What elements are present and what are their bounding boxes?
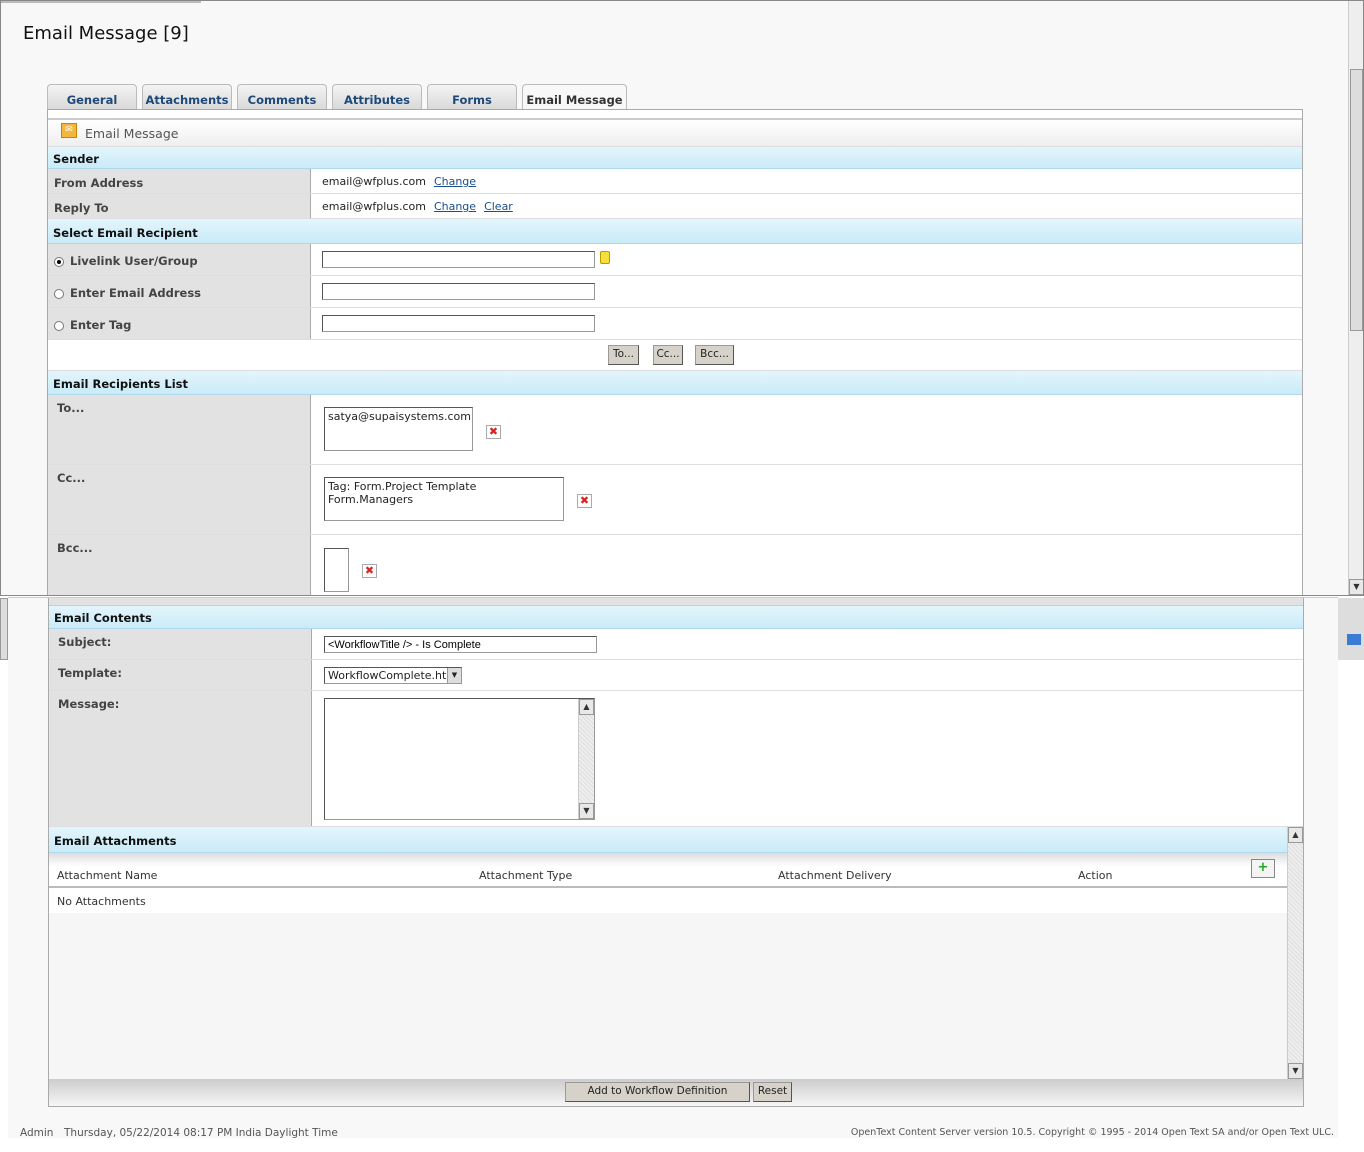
bcc-listbox[interactable]: [324, 548, 349, 592]
tab-general[interactable]: General: [47, 84, 137, 110]
row-recipient-buttons: To... Cc... Bcc...: [48, 340, 1302, 371]
window-edge: [1, 1, 201, 3]
radio-tag[interactable]: [54, 320, 64, 331]
add-to-workflow-button[interactable]: Add to Workflow Definition: [565, 1082, 750, 1102]
row-message: Message: ▲ ▼: [49, 691, 1303, 827]
scroll-up-arrow[interactable]: ▲: [1288, 827, 1303, 843]
user-group-input[interactable]: [322, 251, 595, 268]
attachments-table-header: Attachment Name Attachment Type Attachme…: [49, 853, 1287, 888]
page-scrollbar[interactable]: ▼: [1348, 1, 1363, 595]
from-address-value: email@wfplus.com: [322, 175, 426, 188]
tab-attributes[interactable]: Attributes: [332, 84, 422, 110]
tab-forms[interactable]: Forms: [427, 84, 517, 110]
scrollbar-thumb[interactable]: [1350, 69, 1363, 331]
to-item[interactable]: satya@supaisystems.com: [328, 410, 471, 423]
add-attachment-icon[interactable]: +: [1251, 859, 1275, 878]
message-scrollbar[interactable]: ▲ ▼: [578, 699, 594, 819]
to-list-label: To...: [48, 395, 311, 464]
reset-button[interactable]: Reset: [753, 1082, 792, 1102]
panel-header: ✉ Email Message: [48, 118, 1302, 147]
section-email-contents: Email Contents: [49, 606, 1303, 629]
section-select-recipient: Select Email Recipient: [48, 219, 1302, 244]
email-address-label: Enter Email Address: [70, 286, 202, 300]
email-message-panel: ✉ Email Message Sender From Address emai…: [47, 109, 1303, 595]
delete-to-icon[interactable]: ✖: [486, 425, 501, 439]
tag-input[interactable]: [322, 315, 595, 332]
row-reply-to: Reply To email@wfplus.com Change Clear: [48, 194, 1302, 219]
attachments-empty-area: [49, 913, 1287, 1079]
row-from-address: From Address email@wfplus.com Change: [48, 169, 1302, 194]
subject-label: Subject:: [49, 629, 312, 659]
section-recipients-list: Email Recipients List: [48, 371, 1302, 395]
cc-listbox[interactable]: Tag: Form.Project Template Form.Managers: [324, 477, 564, 521]
section-sender: Sender: [48, 147, 1302, 169]
to-button[interactable]: To...: [608, 345, 639, 365]
background-window-edge: [0, 598, 8, 660]
from-change-link[interactable]: Change: [434, 175, 476, 188]
cc-item[interactable]: Tag: Form.Project Template Form.Managers: [328, 480, 560, 506]
attachments-scrollbar[interactable]: ▲ ▼: [1287, 827, 1303, 1079]
col-action: Action: [1078, 869, 1113, 882]
tab-email-message[interactable]: Email Message: [522, 84, 627, 111]
scroll-down-arrow[interactable]: ▼: [579, 803, 594, 819]
footer-copyright: OpenText Content Server version 10.5. Co…: [850, 1127, 1334, 1138]
radio-livelink-user[interactable]: [54, 256, 64, 267]
section-email-attachments: Email Attachments: [49, 827, 1287, 853]
tab-attachments[interactable]: Attachments: [142, 84, 232, 110]
cc-list-label: Cc...: [48, 465, 311, 534]
message-textarea[interactable]: ▲ ▼: [324, 698, 595, 820]
cc-button[interactable]: Cc...: [653, 345, 683, 365]
row-cc-list: Cc... Tag: Form.Project Template Form.Ma…: [48, 465, 1302, 535]
tab-comments[interactable]: Comments: [237, 84, 327, 110]
monitor-icon: [1347, 634, 1361, 645]
delete-cc-icon[interactable]: ✖: [577, 494, 592, 508]
tag-label: Enter Tag: [70, 318, 132, 332]
message-label: Message:: [49, 691, 312, 826]
radio-email-address[interactable]: [54, 288, 64, 299]
background-window-edge-right: [1338, 598, 1364, 660]
row-to-list: To... satya@supaisystems.com ✖: [48, 395, 1302, 465]
bcc-list-label: Bcc...: [48, 535, 311, 595]
row-email-address: Enter Email Address: [48, 276, 1302, 308]
livelink-user-label: Livelink User/Group: [70, 254, 198, 268]
col-attachment-delivery: Attachment Delivery: [778, 869, 892, 882]
scroll-up-arrow[interactable]: ▲: [579, 699, 594, 715]
email-address-input[interactable]: [322, 283, 595, 300]
reply-change-link[interactable]: Change: [434, 200, 476, 213]
template-value: WorkflowComplete.html: [328, 669, 461, 682]
bcc-button[interactable]: Bcc...: [695, 345, 734, 365]
footer-user: Admin: [20, 1127, 54, 1139]
reply-to-label: Reply To: [48, 194, 311, 218]
row-tag: Enter Tag: [48, 308, 1302, 340]
page-title: Email Message [9]: [23, 23, 189, 44]
col-attachment-type: Attachment Type: [479, 869, 573, 882]
reply-clear-link[interactable]: Clear: [484, 200, 513, 213]
from-address-label: From Address: [48, 169, 311, 193]
footer-datetime: Thursday, 05/22/2014 08:17 PM India Dayl…: [64, 1127, 338, 1139]
panel-title: Email Message: [85, 126, 179, 141]
template-label: Template:: [49, 660, 312, 690]
delete-bcc-icon[interactable]: ✖: [362, 564, 377, 578]
row-template: Template: WorkflowComplete.html ▼: [49, 660, 1303, 691]
scroll-down-arrow[interactable]: ▼: [1288, 1063, 1303, 1079]
bottom-window: Email Contents Subject: Template: Workfl…: [8, 597, 1338, 1139]
top-window: Email Message [9] General Attachments Co…: [0, 0, 1364, 596]
to-listbox[interactable]: satya@supaisystems.com: [324, 407, 473, 451]
col-attachment-name: Attachment Name: [57, 869, 158, 882]
template-select[interactable]: WorkflowComplete.html ▼: [324, 667, 462, 684]
scroll-down-arrow[interactable]: ▼: [1349, 579, 1363, 595]
no-attachments-text: No Attachments: [49, 888, 1287, 913]
reply-to-value: email@wfplus.com: [322, 200, 426, 213]
row-bcc-list: Bcc... ✖: [48, 535, 1302, 595]
user-picker-icon[interactable]: [600, 251, 610, 264]
row-subject: Subject:: [49, 629, 1303, 660]
action-bar: Add to Workflow Definition Reset: [49, 1079, 1303, 1106]
chevron-down-icon[interactable]: ▼: [447, 668, 461, 683]
row-livelink-user: Livelink User/Group: [48, 244, 1302, 276]
email-icon: ✉: [61, 123, 77, 138]
email-contents-panel: Email Contents Subject: Template: Workfl…: [48, 598, 1304, 1107]
subject-input[interactable]: [324, 636, 597, 653]
